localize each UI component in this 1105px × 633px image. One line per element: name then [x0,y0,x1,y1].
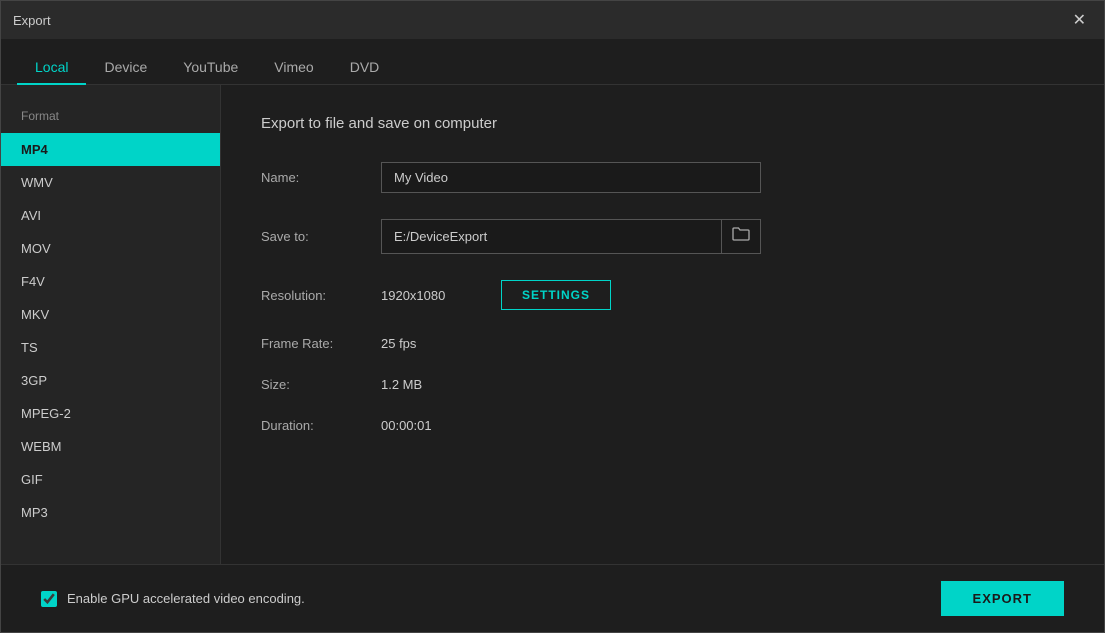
save-to-wrapper: E:/DeviceExport [381,219,761,254]
tab-youtube[interactable]: YouTube [165,51,256,85]
export-window: Export ✕ Local Device YouTube Vimeo DVD … [0,0,1105,633]
name-input[interactable] [381,162,761,193]
resolution-row: Resolution: 1920x1080 SETTINGS [261,280,1064,310]
sidebar-item-wmv[interactable]: WMV [1,166,220,199]
main-panel: Export to file and save on computer Name… [221,85,1104,564]
folder-browse-button[interactable] [721,220,760,253]
tab-local[interactable]: Local [17,51,86,85]
frame-rate-row: Frame Rate: 25 fps [261,336,1064,351]
sidebar-item-mov[interactable]: MOV [1,232,220,265]
sidebar-item-mp3[interactable]: MP3 [1,496,220,529]
bottom-bar: Enable GPU accelerated video encoding. E… [1,564,1104,632]
resolution-label: Resolution: [261,288,381,303]
sidebar-item-mp4[interactable]: MP4 [1,133,220,166]
sidebar-item-gif[interactable]: GIF [1,463,220,496]
sidebar-item-3gp[interactable]: 3GP [1,364,220,397]
size-label: Size: [261,377,381,392]
duration-label: Duration: [261,418,381,433]
sidebar-item-mpeg2[interactable]: MPEG-2 [1,397,220,430]
sidebar-item-webm[interactable]: WEBM [1,430,220,463]
gpu-label[interactable]: Enable GPU accelerated video encoding. [41,591,305,607]
sidebar-item-mkv[interactable]: MKV [1,298,220,331]
name-row: Name: [261,162,1064,193]
tab-device[interactable]: Device [86,51,165,85]
save-to-label: Save to: [261,229,381,244]
resolution-wrapper: 1920x1080 SETTINGS [381,280,611,310]
name-label: Name: [261,170,381,185]
settings-button[interactable]: SETTINGS [501,280,611,310]
duration-value: 00:00:01 [381,418,432,433]
folder-icon [732,226,750,242]
frame-rate-label: Frame Rate: [261,336,381,351]
gpu-checkbox[interactable] [41,591,57,607]
sidebar-item-avi[interactable]: AVI [1,199,220,232]
gpu-label-text: Enable GPU accelerated video encoding. [67,591,305,606]
tab-dvd[interactable]: DVD [332,51,398,85]
sidebar-item-f4v[interactable]: F4V [1,265,220,298]
content-area: Format MP4 WMV AVI MOV F4V MKV TS 3GP MP… [1,85,1104,564]
window-title: Export [13,13,51,28]
format-label: Format [1,101,220,133]
sidebar: Format MP4 WMV AVI MOV F4V MKV TS 3GP MP… [1,85,221,564]
tab-vimeo[interactable]: Vimeo [256,51,331,85]
duration-row: Duration: 00:00:01 [261,418,1064,433]
panel-title: Export to file and save on computer [261,115,1064,132]
tab-bar: Local Device YouTube Vimeo DVD [1,39,1104,85]
export-button[interactable]: EXPORT [941,581,1064,616]
size-value: 1.2 MB [381,377,422,392]
save-to-value: E:/DeviceExport [382,222,721,251]
save-to-row: Save to: E:/DeviceExport [261,219,1064,254]
sidebar-item-ts[interactable]: TS [1,331,220,364]
size-row: Size: 1.2 MB [261,377,1064,392]
title-bar: Export ✕ [1,1,1104,39]
close-button[interactable]: ✕ [1067,8,1092,32]
resolution-value: 1920x1080 [381,288,481,303]
frame-rate-value: 25 fps [381,336,416,351]
